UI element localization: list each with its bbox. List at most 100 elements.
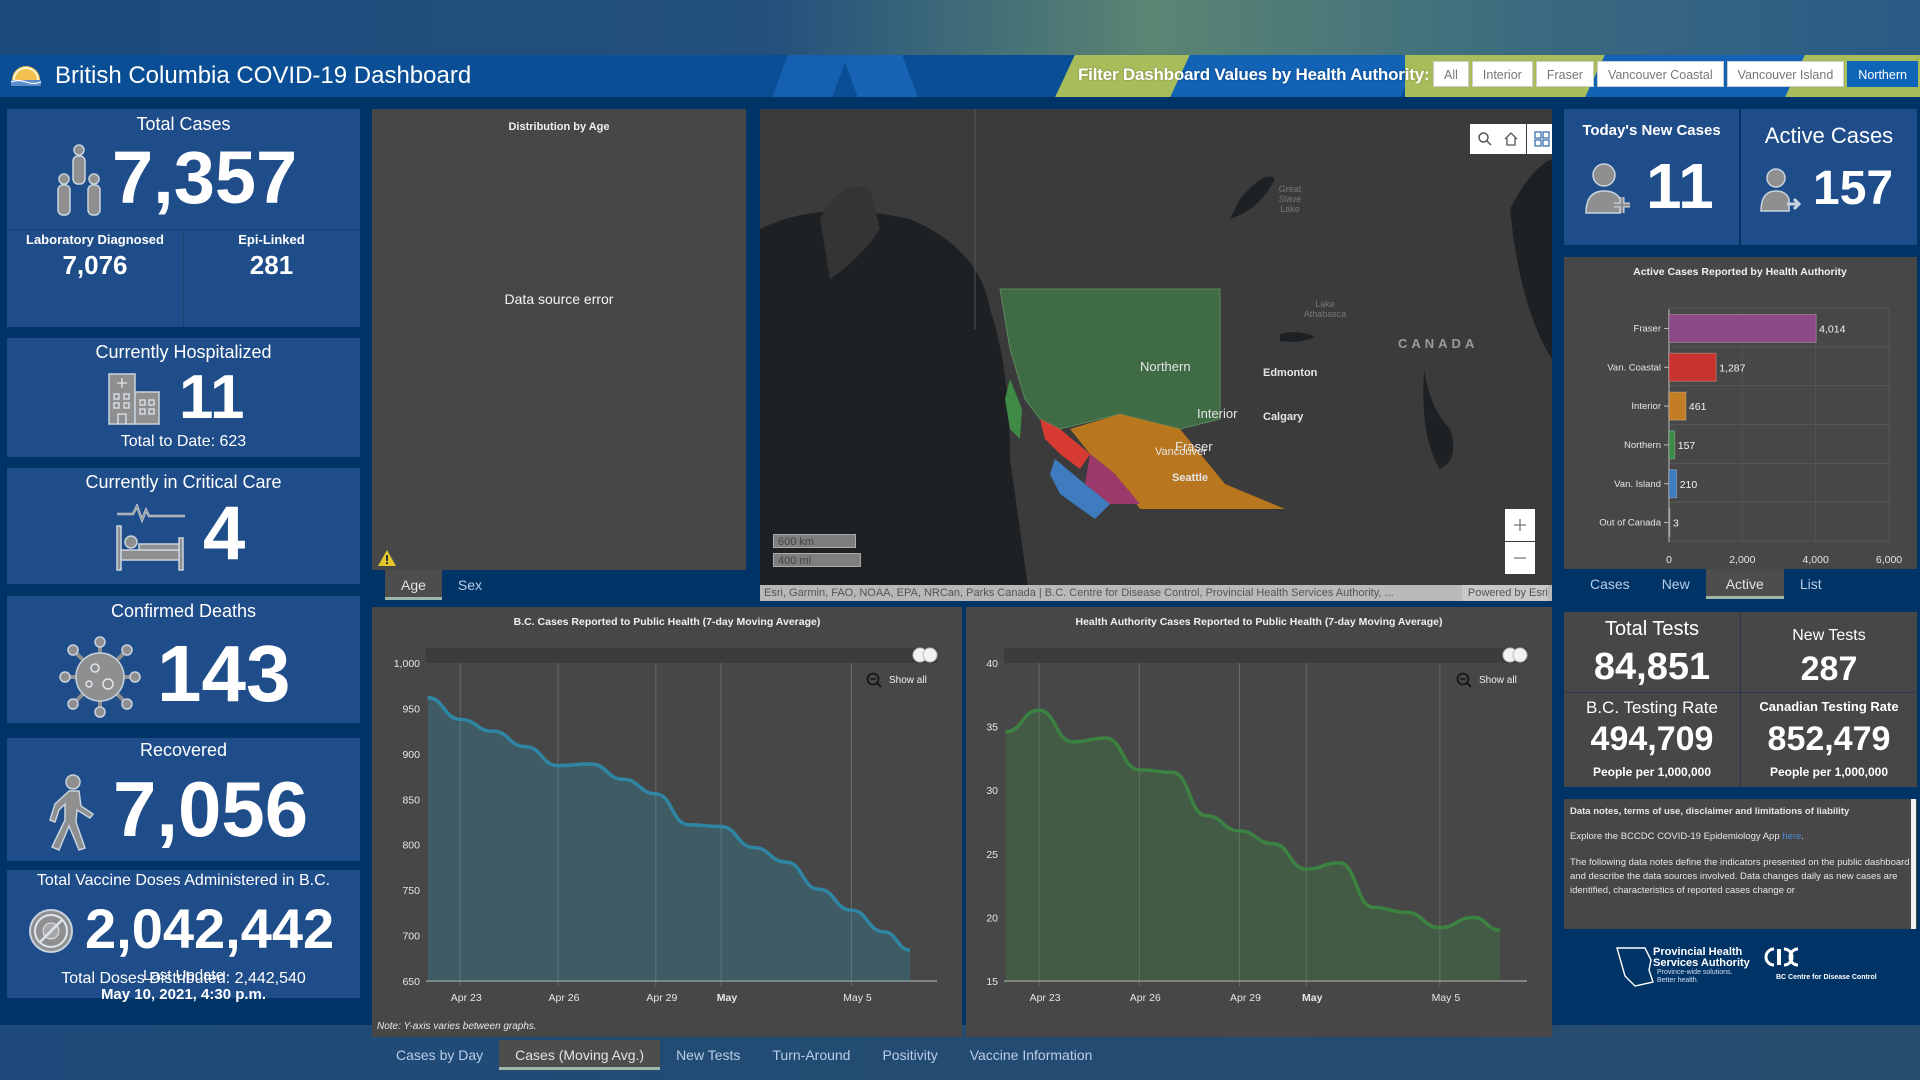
- tab-sex[interactable]: Sex: [442, 570, 498, 600]
- x-tick-label: Apr 23: [1030, 992, 1061, 1004]
- y-tick-label: 40: [986, 658, 998, 670]
- scale-bar-mi: 400 mi: [773, 553, 861, 567]
- map-label-interior: Interior: [1197, 406, 1238, 421]
- active-by-ha-chart: Active Cases Reported by Health Authorit…: [1599, 266, 1902, 566]
- person-arrow-icon: [1760, 168, 1802, 212]
- y-tick-label: 650: [402, 976, 420, 988]
- last-update-value: May 10, 2021, 4:30 p.m.: [100, 986, 267, 1003]
- tab-positivity[interactable]: Positivity: [866, 1040, 953, 1070]
- hospital-bed-icon: [116, 504, 185, 571]
- tab-new[interactable]: New: [1646, 569, 1706, 599]
- x-tick-label: Apr 26: [549, 992, 580, 1004]
- new-cases-card: Today's New Cases 11: [1564, 109, 1739, 245]
- bc-testing-rate-unit: People per 1,000,000: [1592, 765, 1712, 779]
- epi-linked-value: 281: [249, 250, 294, 280]
- x-tick-label: 2,000: [1729, 554, 1755, 566]
- powered-by-esri[interactable]: Powered by Esri: [1461, 585, 1548, 601]
- age-panel-tabs: Age Sex: [385, 570, 498, 600]
- total-tests-value: 84,851: [1593, 646, 1711, 688]
- map-home-button[interactable]: [1496, 124, 1526, 154]
- window-background-top: [0, 0, 1920, 55]
- canadian-testing-rate-unit: People per 1,000,000: [1769, 765, 1889, 779]
- person-add-icon: [1585, 163, 1630, 214]
- zoom-in-button[interactable]: [1505, 509, 1535, 541]
- tab-list[interactable]: List: [1784, 569, 1838, 599]
- map-canvas[interactable]: [760, 109, 1552, 601]
- map-panel[interactable]: Northern Interior Fraser Vancouver Seatt…: [760, 109, 1552, 601]
- scrollbar-track: [426, 648, 937, 663]
- walking-person-icon: [49, 774, 95, 851]
- notes-scrollbar[interactable]: [1911, 799, 1916, 929]
- filter-interior-button[interactable]: Interior: [1471, 61, 1533, 87]
- notes-explore: Explore the BCCDC COVID-19 Epidemiology …: [1570, 831, 1804, 843]
- filter-fraser-button[interactable]: Fraser: [1535, 61, 1594, 87]
- testing-panel: Total Tests 84,851 New Tests 287 B.C. Te…: [1564, 612, 1917, 787]
- x-tick-label: May 5: [1432, 992, 1461, 1004]
- active-cases-label: Active Cases: [1764, 123, 1894, 148]
- filter-all-button[interactable]: All: [1433, 61, 1469, 87]
- critical-care-label: Currently in Critical Care: [85, 472, 282, 492]
- x-tick-label: May: [1302, 992, 1323, 1004]
- recovered-card: Recovered 7,056: [7, 738, 360, 861]
- zoom-out-icon-handle: [1466, 682, 1472, 688]
- tab-vaccine-information[interactable]: Vaccine Information: [954, 1040, 1109, 1070]
- y-tick-label: 20: [986, 912, 998, 924]
- y-tick-label: 950: [402, 703, 420, 715]
- tab-turn-around[interactable]: Turn-Around: [756, 1040, 866, 1070]
- filter-northern-button[interactable]: Northern: [1847, 61, 1918, 87]
- show-all-button[interactable]: Show all: [866, 672, 927, 688]
- hospitalized-label: Currently Hospitalized: [95, 342, 272, 362]
- zoom-out-icon-handle: [876, 682, 882, 688]
- x-tick-label: Apr 23: [451, 992, 482, 1004]
- bar-value-label: 210: [1680, 479, 1698, 491]
- x-tick-label: 4,000: [1803, 554, 1829, 566]
- category-label: Interior: [1631, 401, 1661, 412]
- phsa-tagline-2: Better health.: [1657, 977, 1699, 984]
- y-tick-label: 1,000: [394, 658, 420, 670]
- active-cases-card: Active Cases 157: [1741, 109, 1917, 245]
- data-source-error: Data source error: [504, 291, 614, 307]
- x-tick-label: May: [717, 992, 738, 1004]
- y-tick-label: 900: [402, 749, 420, 761]
- bc-moving-avg-chart: B.C. Cases Reported to Public Health (7-…: [394, 616, 938, 1004]
- lab-diagnosed-value: 7,076: [62, 250, 128, 280]
- category-label: Fraser: [1634, 323, 1661, 334]
- bar-value-label: 157: [1678, 440, 1696, 452]
- tab-new-tests[interactable]: New Tests: [660, 1040, 756, 1070]
- health-authority-filter: All Interior Fraser Vancouver Coastal Va…: [1433, 61, 1918, 87]
- x-tick-label: Apr 26: [1130, 992, 1161, 1004]
- tab-cases-by-day[interactable]: Cases by Day: [380, 1040, 499, 1070]
- tab-active[interactable]: Active: [1705, 569, 1784, 599]
- tab-cases-moving-avg[interactable]: Cases (Moving Avg.): [499, 1040, 661, 1070]
- data-notes-panel[interactable]: Data notes, terms of use, disclaimer and…: [1564, 799, 1917, 929]
- testing-divider-h: [1564, 692, 1917, 693]
- tab-age[interactable]: Age: [385, 570, 442, 600]
- y-tick-label: 15: [986, 976, 998, 988]
- map-attribution: Esri, Garmin, FAO, NOAA, EPA, NRCan, Par…: [760, 585, 1552, 601]
- age-panel-title: Distribution by Age: [508, 121, 610, 133]
- map-label-great-slave-lake: Great Slave Lake: [1278, 184, 1302, 214]
- cases-chart-tabs: Cases New Active List: [1574, 569, 1838, 599]
- ha-moving-avg-panel: Health Authority Cases Reported to Publi…: [966, 607, 1552, 1037]
- scrollbar-grip-end: [1512, 647, 1528, 663]
- canadian-testing-rate-value: 852,479: [1767, 720, 1891, 758]
- zoom-out-button[interactable]: [1505, 542, 1535, 574]
- critical-care-value: 4: [203, 491, 246, 576]
- critical-care-card: Currently in Critical Care 4: [7, 468, 360, 584]
- filter-vancouver-island-button[interactable]: Vancouver Island: [1726, 61, 1845, 87]
- series-area: [427, 697, 911, 981]
- bccdc-logo[interactable]: BC Centre for Disease Control: [1760, 946, 1877, 992]
- tab-cases[interactable]: Cases: [1574, 569, 1646, 599]
- category-label: Van. Island: [1614, 479, 1661, 490]
- notes-explore-link[interactable]: here: [1782, 831, 1801, 842]
- show-all-button[interactable]: Show all: [1456, 672, 1517, 688]
- map-label-athabasca: Lake Athabasca: [1303, 299, 1347, 319]
- map-basemap-button[interactable]: [1527, 124, 1552, 154]
- deaths-value: 143: [157, 629, 291, 718]
- phsa-logo[interactable]: Provincial Health Services Authority Pro…: [1615, 946, 1765, 992]
- x-tick-label: Apr 29: [1230, 992, 1261, 1004]
- deaths-card: Confirmed Deaths 143: [7, 596, 360, 723]
- bar-value-label: 1,287: [1719, 362, 1745, 374]
- canadian-testing-rate-label: Canadian Testing Rate: [1759, 699, 1899, 714]
- filter-vancouver-coastal-button[interactable]: Vancouver Coastal: [1596, 61, 1724, 87]
